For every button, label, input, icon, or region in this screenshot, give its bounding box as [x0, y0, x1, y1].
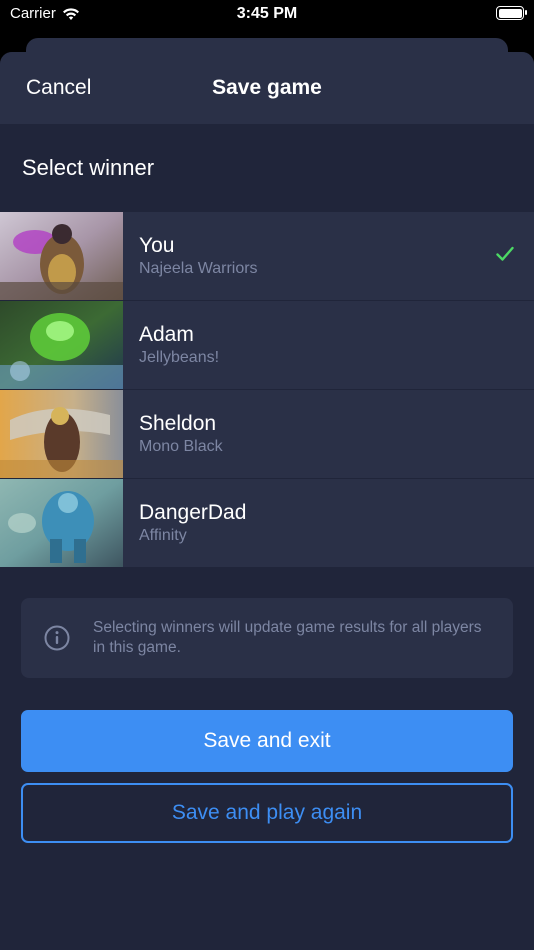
deck-art-image [0, 212, 123, 300]
deck-art-image [0, 390, 123, 478]
deck-art-image [0, 301, 123, 389]
cancel-button[interactable]: Cancel [26, 76, 91, 100]
player-deck: Jellybeans! [139, 349, 220, 366]
save-game-sheet: Cancel Save game Select winner You Najee… [0, 52, 534, 950]
player-name: You [139, 234, 175, 257]
player-deck: Mono Black [139, 438, 223, 455]
player-name: Sheldon [139, 412, 217, 435]
section-title: Select winner [22, 155, 155, 180]
player-deck: Najeela Warriors [139, 260, 258, 277]
status-time: 3:45 PM [236, 5, 298, 22]
players-list: You Najeela Warriors Adam Jellybeans! Sh… [0, 212, 534, 568]
nav-bar: Cancel Save game [0, 52, 534, 124]
save-and-exit-button[interactable]: Save and exit [21, 710, 513, 772]
battery-icon [496, 6, 527, 20]
player-row-you[interactable]: You Najeela Warriors [0, 212, 534, 301]
status-bar: Carrier 3:45 PM [0, 0, 534, 30]
deck-art-image [0, 479, 123, 567]
info-text: Selecting winners will update game resul… [93, 619, 482, 656]
player-row-adam[interactable]: Adam Jellybeans! [0, 301, 534, 390]
info-icon [44, 625, 70, 651]
player-name: Adam [139, 323, 194, 346]
save-and-play-again-button[interactable]: Save and play again [21, 783, 513, 843]
player-row-sheldon[interactable]: Sheldon Mono Black [0, 390, 534, 479]
player-name: DangerDad [139, 501, 247, 524]
player-deck: Affinity [139, 527, 187, 544]
info-banner: Selecting winners will update game resul… [21, 598, 513, 678]
checkmark-icon [496, 246, 514, 261]
player-row-dangerdad[interactable]: DangerDad Affinity [0, 479, 534, 568]
